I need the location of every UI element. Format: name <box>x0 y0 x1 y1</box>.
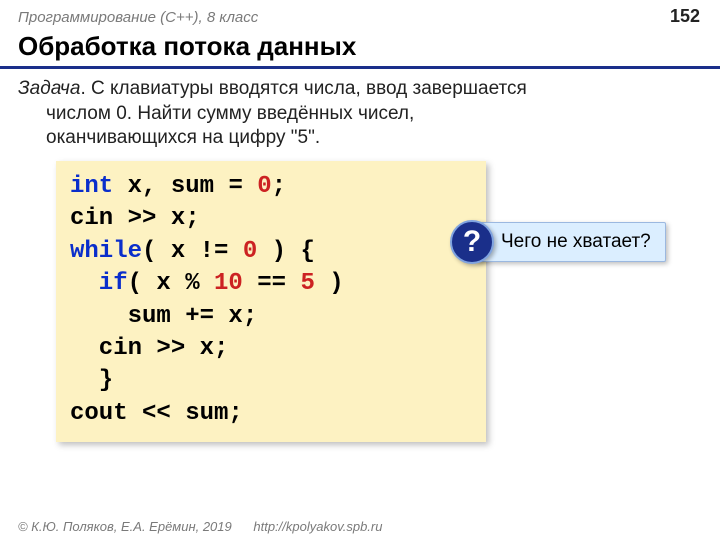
footer-url: http://kpolyakov.spb.ru <box>253 519 382 534</box>
code-text: x, sum = <box>113 173 257 200</box>
copyright: © К.Ю. Поляков, Е.А. Ерёмин, 2019 <box>18 519 232 534</box>
task-line2: числом 0. Найти сумму введённых чисел, <box>18 102 680 127</box>
callout: ? Чего не хватает? <box>450 220 666 264</box>
code-text: ) <box>315 270 344 297</box>
code-block: int x, sum = 0; cin >> x; while( x != 0 … <box>56 161 486 442</box>
code-line: cin >> x; <box>70 205 200 232</box>
task-text: Задача. С клавиатуры вводятся числа, вво… <box>0 77 720 151</box>
code-text: ; <box>272 173 286 200</box>
code-line: cout << sum; <box>70 400 243 427</box>
task-line1: . С клавиатуры вводятся числа, ввод заве… <box>80 78 526 99</box>
task-line3: оканчивающихся на цифру "5". <box>18 126 680 151</box>
header: Программирование (C++), 8 класс 152 <box>0 0 720 29</box>
footer: © К.Ю. Поляков, Е.А. Ерёмин, 2019 http:/… <box>18 519 382 534</box>
question-icon: ? <box>450 220 494 264</box>
code-number: 0 <box>243 238 257 265</box>
callout-text: Чего не хватает? <box>476 222 666 262</box>
code-number: 10 <box>214 270 243 297</box>
page-title: Обработка потока данных <box>0 29 720 69</box>
code-number: 0 <box>257 173 271 200</box>
code-number: 5 <box>300 270 314 297</box>
code-text: ( x != <box>142 238 243 265</box>
code-keyword: while <box>70 238 142 265</box>
page-number: 152 <box>670 6 700 27</box>
code-line: sum += x; <box>70 303 257 330</box>
code-text: == <box>243 270 301 297</box>
course-title: Программирование (C++), 8 класс <box>18 9 258 26</box>
task-label: Задача <box>18 78 80 99</box>
code-keyword: int <box>70 173 113 200</box>
code-text: ) { <box>257 238 315 265</box>
code-line: } <box>70 367 113 394</box>
code-keyword: if <box>70 270 128 297</box>
code-line: cin >> x; <box>70 335 228 362</box>
code-text: ( x % <box>128 270 214 297</box>
